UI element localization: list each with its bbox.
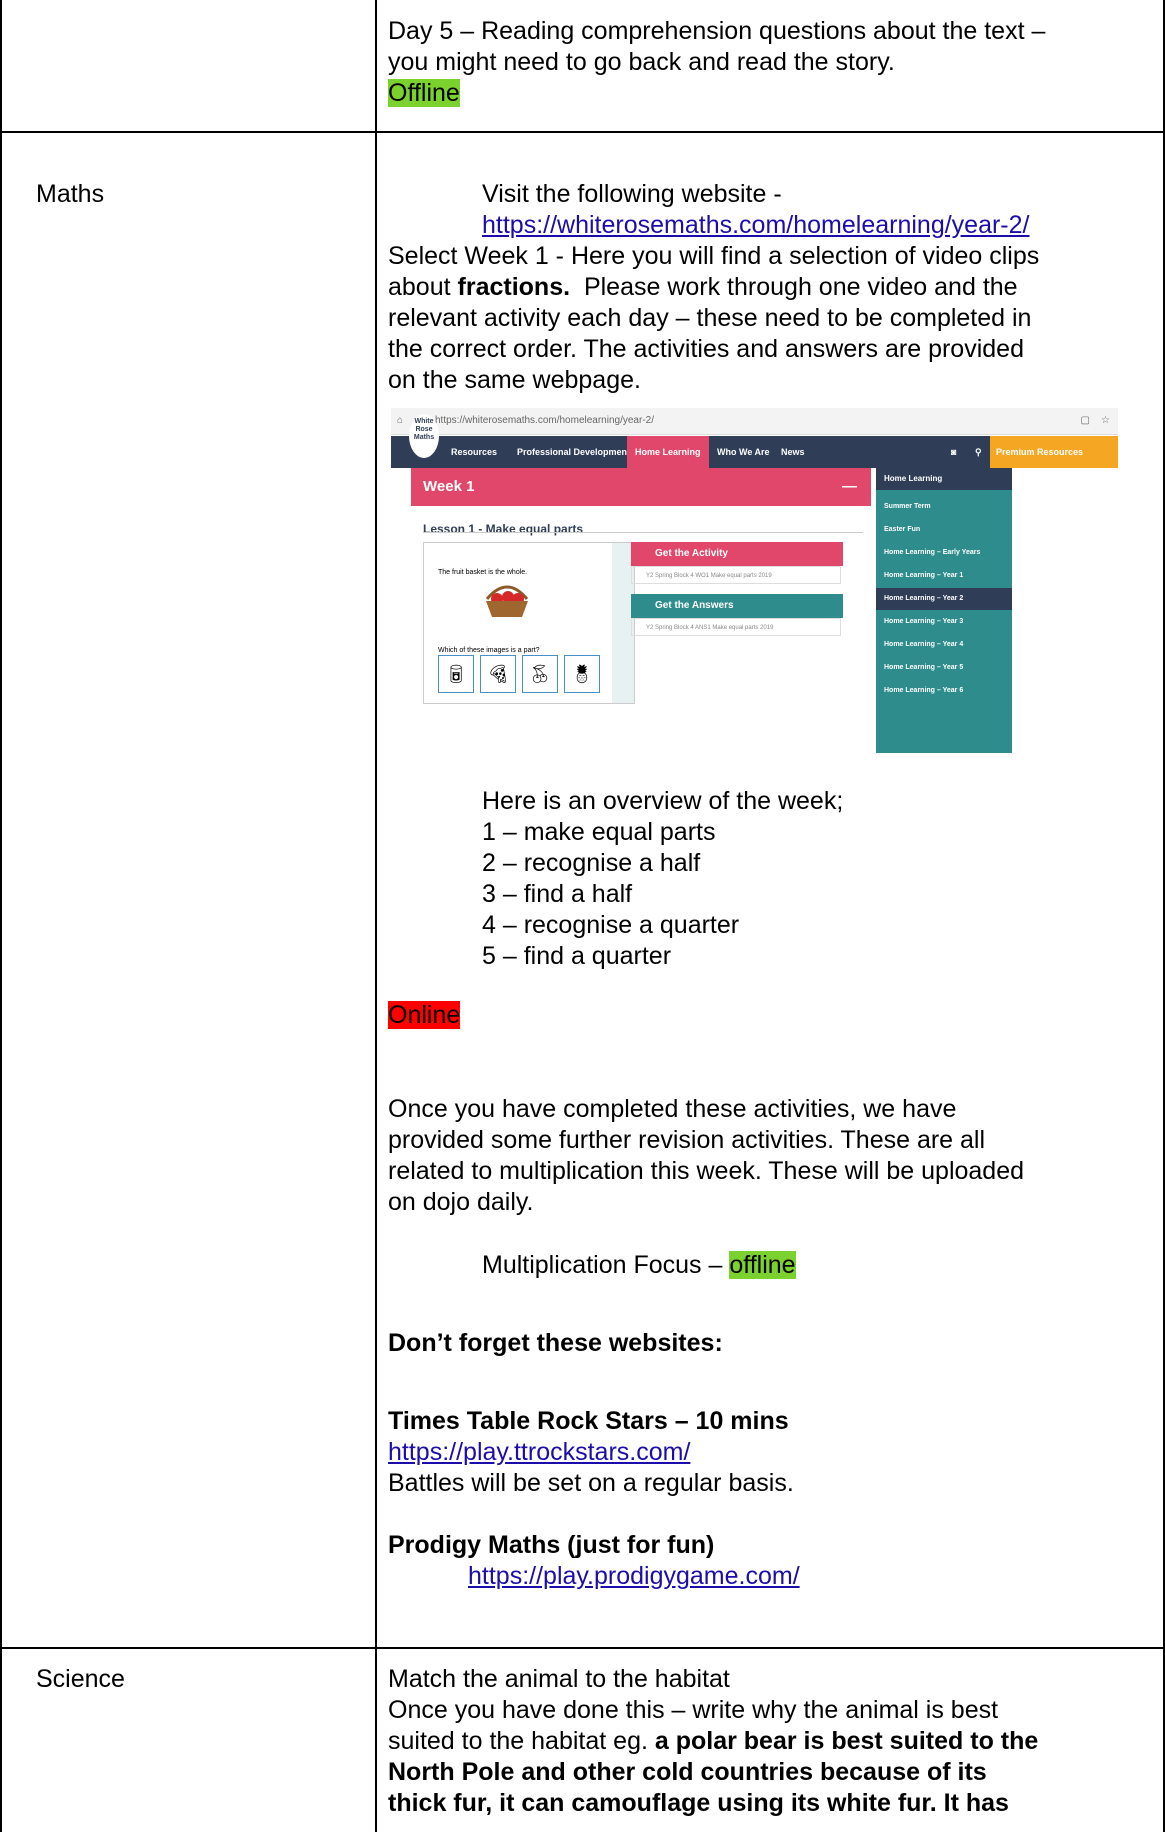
ttrs-note: Battles will be set on a regular basis. (388, 1469, 794, 1497)
science-line: Match the animal to the habitat (388, 1665, 730, 1693)
get-activity-button: Get the Activity (631, 542, 843, 566)
revision-paragraph: Once you have completed these activities… (388, 1094, 1148, 1218)
science-cell: Match the animal to the habitat Once you… (388, 1664, 1148, 1819)
multiplication-focus-text: Multiplication Focus – (482, 1251, 730, 1279)
visit-text: Visit the following website - (482, 180, 782, 208)
home-learning-sidebar: Home Learning Summer Term Easter Fun Hom… (876, 468, 1012, 753)
science-line: thick fur, it can camouflage using its w… (388, 1789, 1009, 1817)
premium-resources-button: Premium Resources Centre (990, 436, 1118, 489)
pineapple-option-icon: 🍍︎ (564, 655, 600, 693)
ttrs-block: Times Table Rock Stars – 10 mins https:/… (388, 1406, 1148, 1499)
nav-who-we-are: Who We Are (717, 447, 770, 457)
website-screenshot-image: ⌂ 🔒︎ https://whiterosemaths.com/homelear… (391, 408, 1118, 753)
browser-url: https://whiterosemaths.com/homelearning/… (435, 415, 654, 426)
maths-cell: Visit the following website - https://wh… (388, 179, 1148, 396)
account-icon: ◙ (951, 447, 957, 457)
nav-resources: Resources (451, 447, 498, 457)
answers-file-name: Y2 Spring Block 4 ANS1 Make equal parts … (631, 618, 841, 636)
sidebar-item: Summer Term (884, 503, 931, 510)
fruit-basket-icon (485, 585, 529, 617)
sidebar-header: Home Learning (876, 468, 1012, 490)
get-answers-card: Get the Answers Y2 Spring Block 4 ANS1 M… (631, 594, 843, 638)
table-column-divider (375, 0, 377, 1832)
maths-instructions-3: relevant activity each day – these need … (388, 304, 1032, 332)
nav-professional-development: Professional Development (517, 447, 631, 457)
week-1-header: Week 1 — (411, 468, 871, 506)
maths-overview: Here is an overview of the week; 1 – mak… (388, 786, 1148, 972)
reading-day5-line2: you might need to go back and read the s… (388, 48, 895, 76)
paragraph-line: on dojo daily. (388, 1188, 534, 1216)
prodigy-title: Prodigy Maths (just for fun) (388, 1531, 715, 1559)
prodigy-link[interactable]: https://play.prodigygame.com/ (468, 1562, 800, 1590)
dont-forget-heading: Don’t forget these websites: (388, 1329, 723, 1357)
search-icon: ⚲ (975, 447, 982, 457)
overview-item: 1 – make equal parts (482, 818, 716, 846)
subject-label-science: Science (36, 1665, 125, 1693)
science-line: suited to the habitat eg. a polar bear i… (388, 1727, 1039, 1755)
lesson-slide-preview: The fruit basket is the whole. Which of … (423, 542, 635, 704)
maths-instructions-4: the correct order. The activities and an… (388, 335, 1024, 363)
paragraph-line: related to multiplication this week. The… (388, 1157, 1025, 1185)
table-left-border (0, 0, 2, 1832)
reader-icon: ▢ (1080, 415, 1090, 426)
subject-label-maths: Maths (36, 180, 105, 208)
get-answers-button: Get the Answers (631, 594, 843, 618)
online-badge-row: Online (388, 1000, 1148, 1031)
offline-badge: Offline (388, 79, 460, 107)
ttrs-title: Times Table Rock Stars – 10 mins (388, 1407, 789, 1435)
activity-file-name: Y2 Spring Block 4 WO1 Make equal parts 2… (631, 566, 841, 584)
collapse-icon: — (842, 478, 857, 495)
sidebar-item: Home Learning – Early Years (884, 549, 981, 556)
sidebar-item: Home Learning – Year 1 (884, 572, 964, 579)
prodigy-block: Prodigy Maths (just for fun) https://pla… (388, 1530, 1148, 1592)
home-icon: ⌂ (397, 415, 404, 426)
maths-instructions-2: about fractions. Please work through one… (388, 273, 1018, 301)
science-line: Once you have done this – write why the … (388, 1696, 999, 1724)
site-nav: Resources Professional Development Home … (391, 436, 1118, 489)
sidebar-item: Easter Fun (884, 526, 921, 533)
maths-instructions-5: on the same webpage. (388, 366, 641, 394)
overview-item: 5 – find a quarter (482, 942, 672, 970)
science-line: North Pole and other cold countries beca… (388, 1758, 987, 1786)
reading-day5-cell: Day 5 – Reading comprehension questions … (388, 16, 1148, 109)
multiplication-focus: Multiplication Focus – offline (388, 1250, 1148, 1281)
sidebar-item: Home Learning – Year 5 (884, 664, 964, 671)
paragraph-line: Once you have completed these activities… (388, 1095, 957, 1123)
maths-instructions-1: Select Week 1 - Here you will find a sel… (388, 242, 1040, 270)
white-rose-logo: White Rose Maths (409, 414, 439, 458)
row-divider (0, 1647, 1165, 1649)
overview-item: 2 – recognise a half (482, 849, 701, 877)
row-divider (0, 131, 1165, 133)
lesson-title: Lesson 1 - Make equal parts (423, 522, 584, 536)
overview-item: 3 – find a half (482, 880, 633, 908)
offline-badge: offline (729, 1251, 796, 1279)
sidebar-item-selected: Home Learning – Year 2 (876, 588, 1012, 610)
sidebar-item: Home Learning – Year 4 (884, 641, 964, 648)
get-activity-card: Get the Activity Y2 Spring Block 4 WO1 M… (631, 542, 843, 586)
lesson-divider (423, 532, 863, 533)
can-option-icon: 🥫︎ (438, 655, 474, 693)
overview-title: Here is an overview of the week; (482, 787, 844, 815)
online-badge: Online (388, 1001, 461, 1029)
browser-url-bar: ⌂ 🔒︎ https://whiterosemaths.com/homelear… (391, 408, 1118, 435)
ttrs-link[interactable]: https://play.ttrockstars.com/ (388, 1438, 690, 1466)
reading-day5-line1: Day 5 – Reading comprehension questions … (388, 17, 1046, 45)
sidebar-item: Home Learning – Year 3 (884, 618, 964, 625)
nav-news: News (781, 447, 805, 457)
nav-home-learning: Home Learning (627, 436, 709, 468)
paragraph-line: provided some further revision activitie… (388, 1126, 986, 1154)
sidebar-item: Home Learning – Year 6 (884, 687, 964, 694)
star-icon: ☆ (1101, 415, 1110, 426)
pizza-option-icon: 🍕︎ (480, 655, 516, 693)
cherry-option-icon: 🍒︎ (522, 655, 558, 693)
whiterose-link[interactable]: https://whiterosemaths.com/homelearning/… (482, 211, 1029, 239)
overview-item: 4 – recognise a quarter (482, 911, 740, 939)
